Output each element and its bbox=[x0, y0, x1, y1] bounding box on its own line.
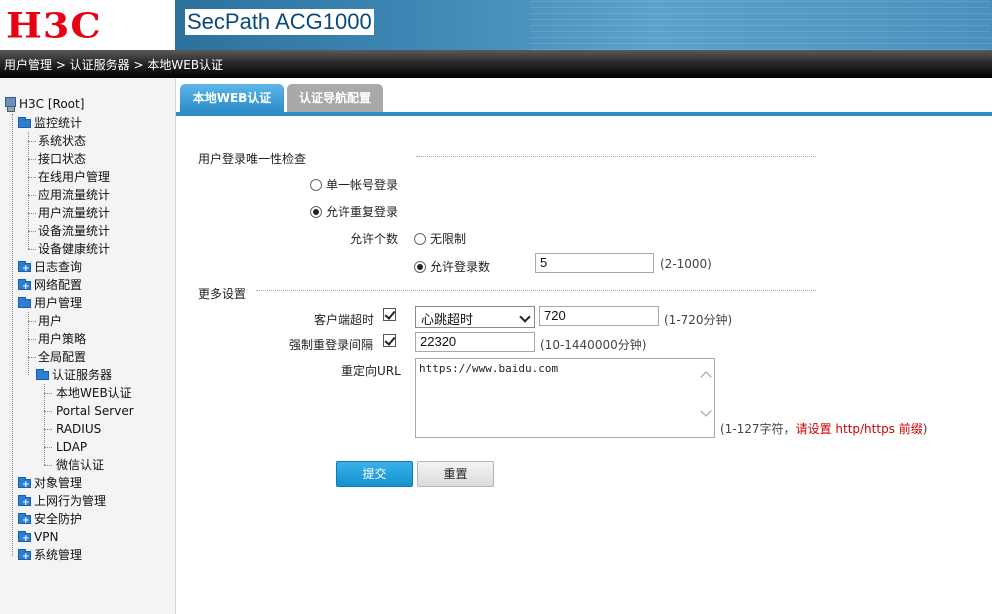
tree-item-auth-server[interactable]: 认证服务器 bbox=[36, 366, 112, 384]
radio-allow-repeat[interactable]: 允许重复登录 bbox=[310, 203, 398, 220]
tree-item-app-traffic[interactable]: 应用流量统计 bbox=[38, 186, 110, 204]
folder-open-icon bbox=[18, 296, 31, 308]
tree-item-local-web-auth[interactable]: 本地WEB认证 bbox=[56, 384, 132, 402]
force-relogin-label: 强制重登录间隔 bbox=[289, 338, 374, 352]
login-check-title: 用户登录唯一性检查 bbox=[198, 152, 307, 166]
folder-open-icon bbox=[36, 368, 49, 380]
radio-button-selected[interactable] bbox=[310, 205, 322, 218]
tree-item-ldap[interactable]: LDAP bbox=[56, 438, 87, 456]
device-icon bbox=[4, 97, 16, 112]
scroll-up-icon[interactable] bbox=[700, 371, 712, 383]
tree-item-monitor[interactable]: 监控统计 bbox=[18, 114, 82, 132]
radio-button-selected[interactable] bbox=[414, 260, 426, 273]
tree-item-network[interactable]: 网络配置 bbox=[18, 276, 82, 296]
reset-button[interactable]: 重置 bbox=[417, 461, 494, 487]
folder-closed-icon bbox=[18, 260, 31, 278]
tree-root-label: H3C [Root] bbox=[19, 97, 85, 111]
scroll-down-icon[interactable] bbox=[700, 405, 712, 417]
folder-closed-icon bbox=[18, 548, 31, 566]
allow-count-label: 允许个数 bbox=[350, 232, 399, 246]
textarea-scrollbar[interactable] bbox=[698, 359, 714, 437]
folder-closed-icon bbox=[18, 494, 31, 512]
radio-limit-count[interactable]: 允许登录数 bbox=[414, 258, 490, 275]
folder-closed-icon bbox=[18, 512, 31, 530]
tab-bar: 本地WEB认证 认证导航配置 bbox=[176, 78, 992, 114]
redirect-url-hint: (1-127字符，请设置 http/https 前缀) bbox=[720, 422, 928, 436]
tree-item-radius[interactable]: RADIUS bbox=[56, 420, 101, 438]
folder-open-icon bbox=[18, 116, 31, 128]
tree-item-portal-server[interactable]: Portal Server bbox=[56, 402, 134, 420]
radio-button[interactable] bbox=[414, 232, 426, 245]
client-timeout-label: 客户端超时 bbox=[314, 313, 375, 327]
submit-button[interactable]: 提交 bbox=[336, 461, 413, 487]
product-title: SecPath ACG1000 bbox=[185, 9, 374, 35]
breadcrumb: 用户管理 > 认证服务器 > 本地WEB认证 bbox=[4, 58, 224, 72]
limit-count-input[interactable]: 5 bbox=[535, 253, 654, 273]
header: H3C SecPath ACG1000 bbox=[0, 0, 992, 50]
force-relogin-hint: (10-1440000分钟) bbox=[540, 338, 647, 352]
more-settings-title: 更多设置 bbox=[198, 287, 247, 301]
tree-item-user-traffic[interactable]: 用户流量统计 bbox=[38, 204, 110, 222]
client-timeout-checkbox[interactable] bbox=[383, 308, 396, 321]
tree-item-interface-status[interactable]: 接口状态 bbox=[38, 150, 86, 168]
tab-auth-nav-config[interactable]: 认证导航配置 bbox=[287, 84, 383, 112]
tree-item-objects[interactable]: 对象管理 bbox=[18, 474, 82, 494]
tree-item-wechat-auth[interactable]: 微信认证 bbox=[56, 456, 104, 474]
breadcrumb-bar: 用户管理 > 认证服务器 > 本地WEB认证 bbox=[0, 50, 992, 78]
tree-item-user[interactable]: 用户 bbox=[38, 312, 62, 330]
tree-item-online-users[interactable]: 在线用户管理 bbox=[38, 168, 110, 186]
tree-item-global-config[interactable]: 全局配置 bbox=[38, 348, 86, 366]
tree-item-user-policy[interactable]: 用户策略 bbox=[38, 330, 86, 348]
force-relogin-checkbox[interactable] bbox=[383, 334, 396, 347]
tree-item-user-mgmt[interactable]: 用户管理 bbox=[18, 294, 82, 312]
tree-item-security[interactable]: 安全防护 bbox=[18, 510, 82, 530]
client-timeout-select[interactable]: 心跳超时 bbox=[415, 306, 535, 328]
tree-item-behavior[interactable]: 上网行为管理 bbox=[18, 492, 106, 512]
limit-count-hint: (2-1000) bbox=[660, 257, 712, 271]
tree-item-system-mgmt[interactable]: 系统管理 bbox=[18, 546, 82, 566]
folder-closed-icon bbox=[18, 530, 31, 548]
client-timeout-input[interactable]: 720 bbox=[539, 306, 659, 326]
local-web-auth-form: 用户登录唯一性检查 单一帐号登录 允许重复登录 允许个数 无限制 允许登录数 5… bbox=[176, 116, 992, 614]
h3c-logo: H3C bbox=[6, 5, 102, 46]
radio-single-login[interactable]: 单一帐号登录 bbox=[310, 176, 398, 193]
client-timeout-hint: (1-720分钟) bbox=[664, 313, 733, 327]
force-relogin-input[interactable]: 22320 bbox=[415, 332, 535, 352]
redirect-url-textarea[interactable]: https://www.baidu.com bbox=[415, 358, 715, 438]
sidebar-tree: H3C [Root] 监控统计 系统状态 接口状态 在线用户管理 应用流量统计 … bbox=[0, 78, 176, 614]
radio-unlimited[interactable]: 无限制 bbox=[414, 230, 466, 247]
tree-item-vpn[interactable]: VPN bbox=[18, 528, 58, 548]
tree-item-device-health[interactable]: 设备健康统计 bbox=[38, 240, 110, 258]
radio-button[interactable] bbox=[310, 178, 322, 191]
section-divider bbox=[416, 156, 816, 157]
tab-local-web-auth[interactable]: 本地WEB认证 bbox=[180, 84, 284, 112]
tree-item-system-status[interactable]: 系统状态 bbox=[38, 132, 86, 150]
tree-item-log[interactable]: 日志查询 bbox=[18, 258, 82, 278]
section-divider bbox=[256, 290, 816, 291]
chevron-down-icon bbox=[519, 311, 531, 323]
folder-closed-icon bbox=[18, 278, 31, 296]
tree-root[interactable]: H3C [Root] bbox=[4, 95, 84, 113]
redirect-url-label: 重定向URL bbox=[341, 364, 401, 378]
tree-item-device-traffic[interactable]: 设备流量统计 bbox=[38, 222, 110, 240]
folder-closed-icon bbox=[18, 476, 31, 494]
logo-area: H3C bbox=[0, 0, 175, 50]
